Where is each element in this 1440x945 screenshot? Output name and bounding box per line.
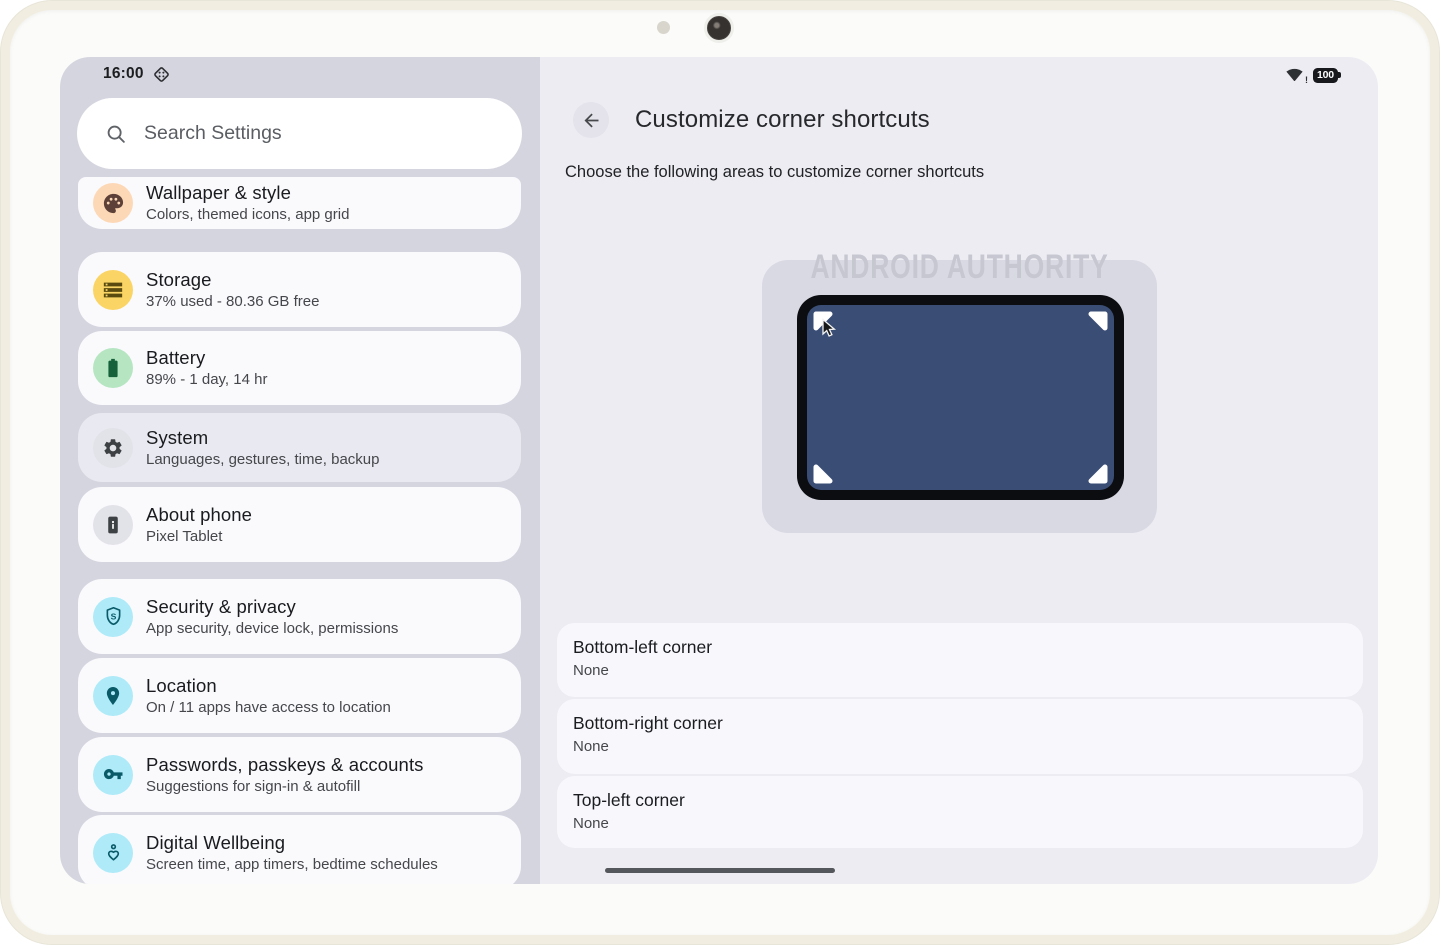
mouse-cursor-icon bbox=[822, 318, 837, 337]
sidebar-item-texts: Security & privacy App security, device l… bbox=[146, 596, 398, 638]
corner-option-label: Top-left corner bbox=[573, 790, 685, 810]
status-bar-left: 16:00 bbox=[103, 64, 170, 84]
corner-option-value: None bbox=[573, 662, 609, 679]
sidebar-item-security[interactable]: S Security & privacy App security, device … bbox=[78, 579, 521, 654]
storage-icon bbox=[93, 269, 133, 310]
notification-diamond-icon bbox=[153, 66, 170, 83]
sidebar-item-label: Battery bbox=[146, 347, 206, 368]
search-icon bbox=[105, 123, 127, 145]
sidebar-item-sublabel: Pixel Tablet bbox=[146, 527, 223, 545]
sidebar-item-sublabel: 89% - 1 day, 14 hr bbox=[146, 371, 268, 388]
preview-corner-bottom-right-icon bbox=[1088, 464, 1108, 484]
corner-options-list: Bottom-left corner None Bottom-right corne… bbox=[557, 623, 1363, 850]
page-subtitle: Choose the following areas to customize … bbox=[565, 163, 985, 181]
sidebar-item-texts: Location On / 11 apps have access to loca… bbox=[146, 675, 391, 717]
sidebar-item-sublabel: 37% used - 80.36 GB free bbox=[146, 292, 320, 310]
corner-option-bottom-right-corner[interactable]: Bottom-right corner None bbox=[557, 699, 1363, 774]
page-header: Customize corner shortcuts bbox=[573, 102, 930, 138]
sidebar-item-battery[interactable]: Battery 89% - 1 day, 14 hr bbox=[78, 331, 521, 405]
shield-icon: S bbox=[93, 596, 133, 637]
sidebar-item-texts: Wallpaper & style Colors, themed icons, a… bbox=[146, 182, 349, 224]
sidebar-item-about-phone[interactable]: About phone Pixel Tablet bbox=[78, 487, 521, 562]
screen: 16:00 Search Settings Wallpaper & style … bbox=[60, 57, 1378, 884]
status-bar-right: ! 100 bbox=[1286, 65, 1341, 85]
pin-icon bbox=[93, 675, 133, 716]
battery-percent-text: 100 bbox=[1317, 69, 1334, 81]
sidebar-item-wallpaper[interactable]: Wallpaper & style Colors, themed icons, a… bbox=[78, 177, 521, 229]
tablet-device-frame: 16:00 Search Settings Wallpaper & style … bbox=[0, 0, 1440, 945]
back-arrow-icon bbox=[584, 113, 598, 127]
sidebar-item-sublabel: Screen time, app timers, bedtime schedul… bbox=[146, 855, 438, 873]
search-bar[interactable]: Search Settings bbox=[77, 98, 522, 169]
preview-corner-top-right-icon bbox=[1088, 311, 1108, 331]
corner-preview-card bbox=[762, 260, 1157, 533]
sidebar-item-label: Digital Wellbeing bbox=[146, 831, 286, 853]
tablet-preview-screen bbox=[807, 305, 1114, 490]
corner-option-value: None bbox=[573, 815, 609, 832]
preview-corner-bottom-left-icon bbox=[813, 464, 833, 484]
wifi-exclamation: ! bbox=[1305, 75, 1308, 85]
corner-option-label: Bottom-left corner bbox=[573, 637, 713, 657]
sidebar-item-texts: Storage 37% used - 80.36 GB free bbox=[146, 269, 319, 311]
tablet-preview-illustration bbox=[797, 295, 1124, 500]
sidebar-item-wellbeing[interactable]: Digital Wellbeing Screen time, app timers… bbox=[78, 815, 521, 884]
corner-option-label: Bottom-right corner bbox=[573, 713, 723, 733]
sidebar-item-label: Security & privacy bbox=[146, 595, 296, 617]
back-button[interactable] bbox=[573, 102, 609, 138]
key-icon bbox=[93, 754, 133, 795]
sidebar-item-label: Passwords, passkeys & accounts bbox=[146, 753, 424, 775]
content-pane: ! 100 Customize corner shortcuts Choose … bbox=[540, 57, 1378, 884]
search-placeholder: Search Settings bbox=[144, 122, 282, 144]
settings-menu-list: Wallpaper & style Colors, themed icons, a… bbox=[78, 177, 521, 884]
sidebar-item-texts: Battery 89% - 1 day, 14 hr bbox=[146, 347, 267, 389]
navigation-handle[interactable] bbox=[605, 868, 835, 873]
sidebar-item-texts: About phone Pixel Tablet bbox=[146, 504, 252, 546]
sidebar-item-label: System bbox=[146, 426, 209, 448]
gear-icon bbox=[93, 427, 133, 468]
corner-option-bottom-left-corner[interactable]: Bottom-left corner None bbox=[557, 623, 1363, 697]
sidebar-item-passwords[interactable]: Passwords, passkeys & accounts Suggestion… bbox=[78, 737, 521, 812]
front-camera bbox=[707, 16, 731, 40]
sidebar-item-label: Location bbox=[146, 674, 217, 696]
sidebar-item-location[interactable]: Location On / 11 apps have access to loca… bbox=[78, 658, 521, 733]
battery-indicator: 100 bbox=[1313, 67, 1341, 83]
sidebar-item-sublabel: Languages, gestures, time, backup bbox=[146, 450, 380, 468]
sidebar-item-system[interactable]: System Languages, gestures, time, backup bbox=[78, 413, 521, 482]
sidebar-item-sublabel: Suggestions for sign-in & autofill bbox=[146, 777, 361, 795]
wellbeing-icon bbox=[93, 832, 133, 873]
page-title: Customize corner shortcuts bbox=[635, 106, 930, 133]
sidebar-item-storage[interactable]: Storage 37% used - 80.36 GB free bbox=[78, 252, 521, 327]
sidebar-item-sublabel: App security, device lock, permissions bbox=[146, 619, 399, 637]
corner-option-top-left-corner[interactable]: Top-left corner None bbox=[557, 776, 1363, 848]
sidebar-item-sublabel: On / 11 apps have access to location bbox=[146, 698, 391, 716]
status-time: 16:00 bbox=[103, 65, 144, 82]
sidebar-item-texts: System Languages, gestures, time, backup bbox=[146, 427, 379, 469]
sidebar-item-sublabel: Colors, themed icons, app grid bbox=[146, 206, 350, 223]
sidebar-item-label: Storage bbox=[146, 268, 212, 290]
palette-icon bbox=[93, 183, 133, 223]
sidebar-item-texts: Digital Wellbeing Screen time, app timers… bbox=[146, 832, 438, 874]
ambient-sensor-dot bbox=[657, 21, 670, 34]
settings-sidebar: 16:00 Search Settings Wallpaper & style … bbox=[60, 57, 540, 884]
phone-icon bbox=[93, 504, 133, 545]
battery-icon bbox=[93, 348, 133, 388]
sidebar-item-label: About phone bbox=[146, 503, 253, 525]
wifi-warning-icon: ! bbox=[1286, 67, 1308, 85]
corner-option-value: None bbox=[573, 738, 609, 755]
watermark-text: ANDROID AUTHORITY bbox=[810, 248, 1109, 286]
sidebar-item-texts: Passwords, passkeys & accounts Suggestion… bbox=[146, 754, 424, 796]
svg-text:S: S bbox=[110, 611, 116, 621]
sidebar-item-label: Wallpaper & style bbox=[146, 182, 291, 203]
